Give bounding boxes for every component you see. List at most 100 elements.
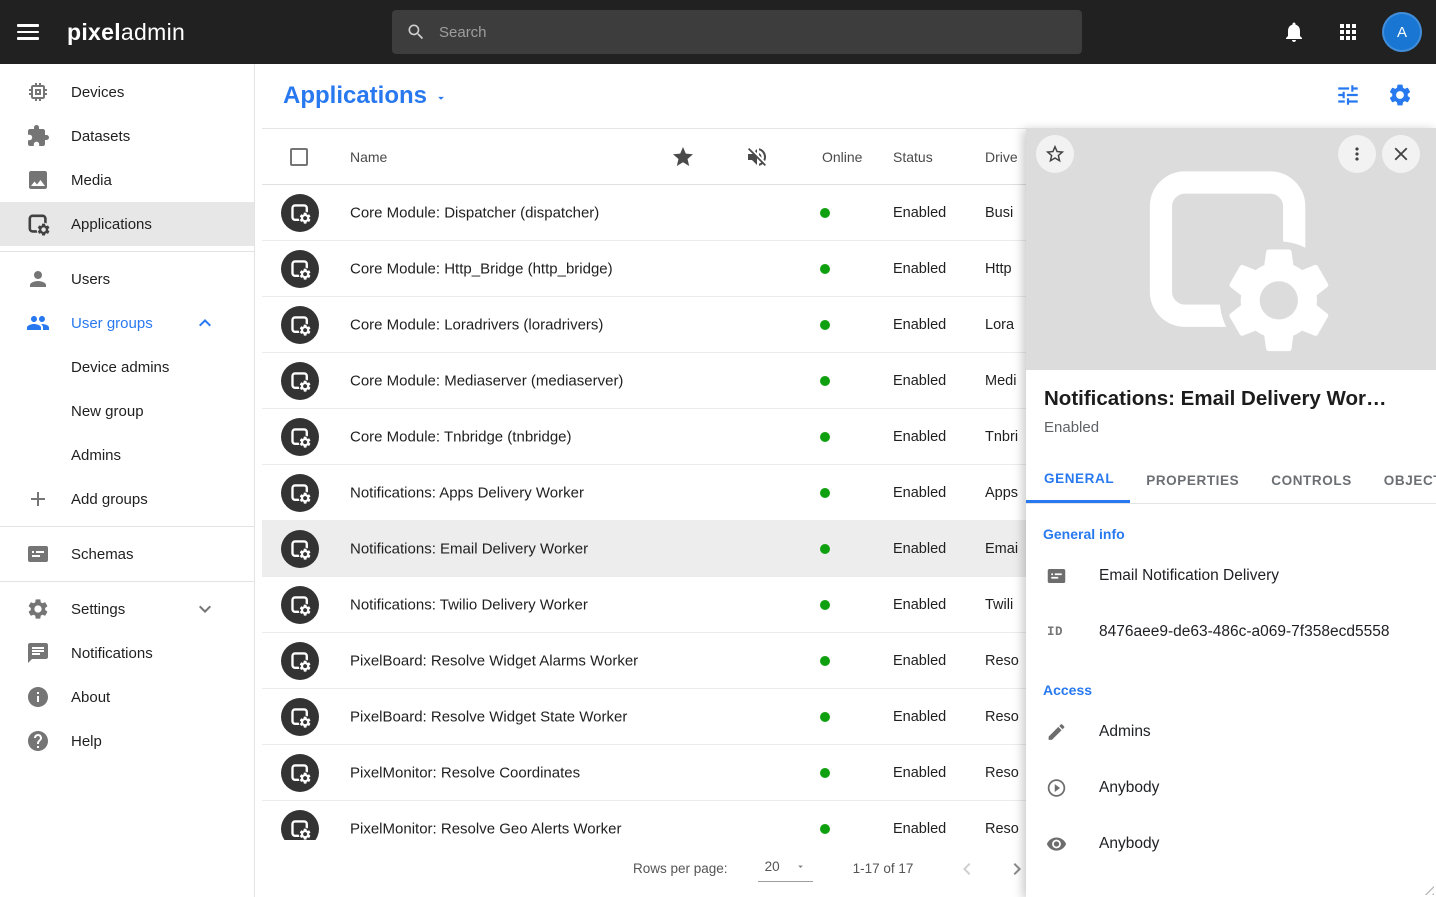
info-row[interactable]: Email Notification Delivery bbox=[1026, 548, 1436, 604]
row-status: Enabled bbox=[893, 429, 946, 445]
chip-icon bbox=[26, 80, 50, 104]
sidebar-item-users[interactable]: Users bbox=[0, 257, 254, 301]
sidebar-item-notifications[interactable]: Notifications bbox=[0, 631, 254, 675]
prev-page-button[interactable] bbox=[955, 857, 979, 881]
tab-objects[interactable]: OBJECTS bbox=[1368, 457, 1436, 503]
row-app-icon bbox=[281, 586, 319, 624]
sidebar-item-user-groups[interactable]: User groups bbox=[0, 301, 254, 345]
notifications-button[interactable] bbox=[1274, 12, 1314, 52]
sidebar-divider bbox=[0, 526, 254, 527]
row-name: PixelBoard: Resolve Widget State Worker bbox=[350, 708, 627, 725]
sidebar-item-devices[interactable]: Devices bbox=[0, 70, 254, 114]
row-status: Enabled bbox=[893, 205, 946, 221]
detail-title: Notifications: Email Delivery Wor… bbox=[1044, 387, 1418, 411]
detail-sections: General infoEmail Notification DeliveryI… bbox=[1026, 526, 1436, 872]
search-bar[interactable] bbox=[392, 10, 1082, 54]
info-row[interactable]: ID8476aee9-de63-486c-a069-7f358ecd5558 bbox=[1026, 604, 1436, 660]
menu-button[interactable] bbox=[8, 12, 48, 52]
image-icon bbox=[26, 168, 50, 192]
apps-grid-button[interactable] bbox=[1328, 12, 1368, 52]
rows-per-page-select[interactable]: 20 bbox=[758, 856, 813, 882]
star-outline-icon bbox=[1044, 143, 1066, 165]
sidebar-item-device-admins[interactable]: Device admins bbox=[0, 345, 254, 389]
header-actions bbox=[1334, 82, 1414, 110]
favorite-button[interactable] bbox=[1036, 135, 1074, 173]
sidebar-item-add-groups[interactable]: Add groups bbox=[0, 477, 254, 521]
resize-handle[interactable] bbox=[1421, 882, 1434, 895]
application-icon bbox=[289, 594, 311, 616]
row-status: Enabled bbox=[893, 373, 946, 389]
brand-light: admin bbox=[121, 19, 185, 45]
row-status: Enabled bbox=[893, 541, 946, 557]
avatar[interactable]: A bbox=[1382, 12, 1422, 52]
sidebar-item-media[interactable]: Media bbox=[0, 158, 254, 202]
filter-columns-button[interactable] bbox=[1334, 82, 1362, 110]
sidebar-item-label: Add groups bbox=[71, 491, 148, 508]
apps-grid-icon bbox=[1336, 20, 1360, 44]
group-icon bbox=[26, 311, 50, 335]
row-name: Core Module: Mediaserver (mediaserver) bbox=[350, 372, 623, 389]
tab-general[interactable]: GENERAL bbox=[1026, 457, 1130, 503]
sidebar-item-applications[interactable]: Applications bbox=[0, 202, 254, 246]
row-app-icon bbox=[281, 754, 319, 792]
sidebar-item-label: Notifications bbox=[71, 645, 153, 662]
row-drive: Reso bbox=[985, 653, 1019, 669]
row-app-icon bbox=[281, 194, 319, 232]
gear-icon bbox=[26, 597, 50, 621]
eye-icon bbox=[1046, 834, 1067, 855]
row-name: Notifications: Email Delivery Worker bbox=[350, 540, 588, 557]
row-name: Core Module: Dispatcher (dispatcher) bbox=[350, 204, 599, 221]
info-row[interactable]: Admins bbox=[1026, 704, 1436, 760]
sidebar-divider bbox=[0, 251, 254, 252]
sidebar-item-schemas[interactable]: Schemas bbox=[0, 532, 254, 576]
row-drive: Reso bbox=[985, 765, 1019, 781]
sidebar-item-datasets[interactable]: Datasets bbox=[0, 114, 254, 158]
sidebar-item-label: Datasets bbox=[71, 128, 130, 145]
row-app-icon bbox=[281, 698, 319, 736]
row-status: Enabled bbox=[893, 709, 946, 725]
sidebar-item-label: Applications bbox=[71, 216, 152, 233]
sidebar-item-label: Schemas bbox=[71, 546, 134, 563]
sidebar-item-label: Users bbox=[71, 271, 110, 288]
online-status-dot bbox=[820, 824, 830, 834]
sidebar-item-label: Help bbox=[71, 733, 102, 750]
tune-icon bbox=[1335, 82, 1361, 108]
select-all-checkbox[interactable] bbox=[290, 148, 308, 166]
puzzle-icon bbox=[26, 124, 50, 148]
close-panel-button[interactable] bbox=[1382, 135, 1420, 173]
row-drive: Apps bbox=[985, 485, 1018, 501]
sidebar-item-help[interactable]: Help bbox=[0, 719, 254, 763]
column-header-drive: Drive bbox=[985, 149, 1018, 165]
row-drive: Tnbri bbox=[985, 429, 1018, 445]
table-settings-button[interactable] bbox=[1386, 82, 1414, 110]
row-drive: Http bbox=[985, 261, 1012, 277]
sidebar-item-settings[interactable]: Settings bbox=[0, 587, 254, 631]
info-row[interactable]: Anybody bbox=[1026, 816, 1436, 872]
application-icon bbox=[289, 426, 311, 448]
tab-controls[interactable]: CONTROLS bbox=[1255, 457, 1368, 503]
pencil-icon bbox=[1046, 722, 1067, 743]
sidebar-item-admins[interactable]: Admins bbox=[0, 433, 254, 477]
row-app-icon bbox=[281, 474, 319, 512]
person-icon bbox=[26, 267, 50, 291]
info-row[interactable]: Anybody bbox=[1026, 760, 1436, 816]
search-input[interactable] bbox=[437, 23, 1068, 42]
more-options-button[interactable] bbox=[1338, 135, 1376, 173]
application-icon bbox=[289, 258, 311, 280]
page-title[interactable]: Applications bbox=[283, 82, 448, 110]
row-name: PixelMonitor: Resolve Coordinates bbox=[350, 764, 580, 781]
row-app-icon bbox=[281, 642, 319, 680]
sidebar-item-label: User groups bbox=[71, 315, 153, 332]
info-icon bbox=[26, 685, 50, 709]
sidebar-item-label: Devices bbox=[71, 84, 124, 101]
row-app-icon bbox=[281, 362, 319, 400]
sidebar-item-about[interactable]: About bbox=[0, 675, 254, 719]
application-icon bbox=[289, 482, 311, 504]
sidebar-item-new-group[interactable]: New group bbox=[0, 389, 254, 433]
schema-icon bbox=[26, 542, 50, 566]
row-status: Enabled bbox=[893, 317, 946, 333]
sidebar-item-label: Device admins bbox=[71, 359, 169, 376]
tab-properties[interactable]: PROPERTIES bbox=[1130, 457, 1255, 503]
brand-bold: pixel bbox=[67, 19, 121, 45]
section-heading-access: Access bbox=[1043, 682, 1436, 698]
